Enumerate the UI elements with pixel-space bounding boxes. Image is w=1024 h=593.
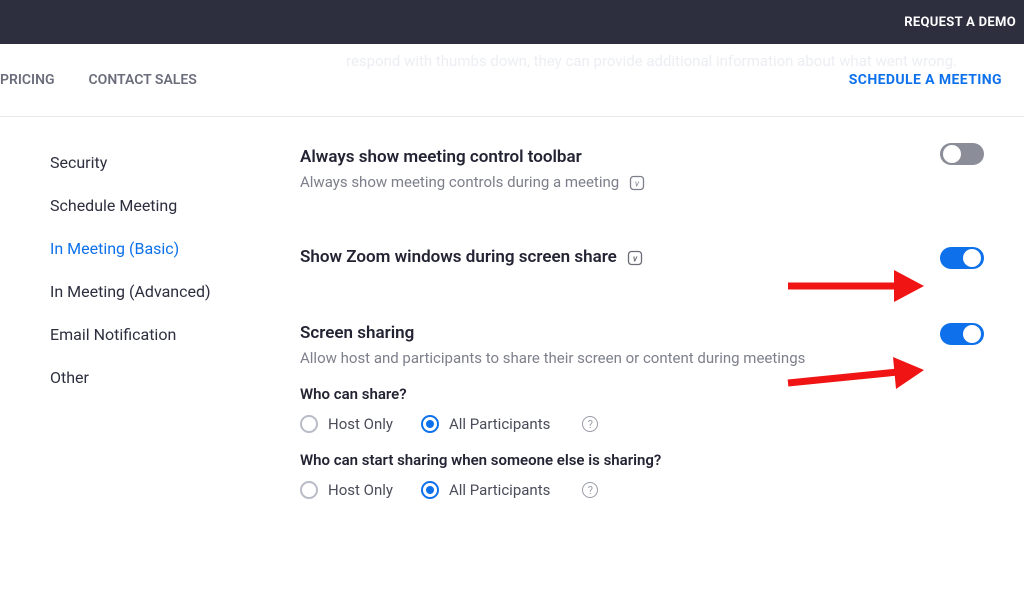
sidebar-item-email-notification[interactable]: Email Notification xyxy=(50,313,300,356)
setting-desc: Always show meeting controls during a me… xyxy=(300,173,984,191)
radio-label: All Participants xyxy=(449,481,550,499)
settings-content: Always show meeting control toolbar Alwa… xyxy=(300,141,1024,533)
radio-group-who-can-start: Host Only All Participants ? xyxy=(300,481,984,499)
help-icon[interactable]: ? xyxy=(582,482,598,498)
toggle-show-zoom-windows[interactable] xyxy=(940,247,984,269)
radio-host-only-2[interactable]: Host Only xyxy=(300,481,393,499)
question-who-can-share: Who can share? xyxy=(300,385,984,403)
radio-label: Host Only xyxy=(328,481,393,499)
radio-icon xyxy=(300,481,318,499)
top-dark-bar: REQUEST A DEMO xyxy=(0,0,1024,44)
setting-always-toolbar: Always show meeting control toolbar Alwa… xyxy=(300,131,984,217)
sidebar-item-security[interactable]: Security xyxy=(50,141,300,184)
modified-icon: v xyxy=(627,250,643,266)
setting-title: Show Zoom windows during screen share v xyxy=(300,247,984,267)
toggle-screen-sharing[interactable] xyxy=(940,323,984,345)
settings-sidebar: Security Schedule Meeting In Meeting (Ba… xyxy=(0,141,300,533)
radio-all-participants[interactable]: All Participants xyxy=(421,415,550,433)
request-demo-link[interactable]: REQUEST A DEMO xyxy=(904,15,1016,30)
radio-group-who-can-share: Host Only All Participants ? xyxy=(300,415,984,433)
setting-show-zoom-windows: Show Zoom windows during screen share v xyxy=(300,217,984,299)
svg-text:v: v xyxy=(633,254,638,264)
modified-icon: v xyxy=(629,175,645,191)
sidebar-item-other[interactable]: Other xyxy=(50,356,300,399)
nav-contact-sales[interactable]: CONTACT SALES xyxy=(89,72,197,88)
setting-screen-sharing: Screen sharing Allow host and participan… xyxy=(300,299,984,533)
sidebar-item-in-meeting-basic[interactable]: In Meeting (Basic) xyxy=(50,227,300,270)
sidebar-item-schedule-meeting[interactable]: Schedule Meeting xyxy=(50,184,300,227)
question-who-can-start-sharing: Who can start sharing when someone else … xyxy=(300,451,984,469)
radio-icon xyxy=(421,481,439,499)
radio-icon xyxy=(300,415,318,433)
radio-icon xyxy=(421,415,439,433)
schedule-meeting-link[interactable]: SCHEDULE A MEETING xyxy=(849,72,1002,88)
setting-title: Always show meeting control toolbar xyxy=(300,147,984,167)
radio-label: All Participants xyxy=(449,415,550,433)
sub-nav-bar: PRICING CONTACT SALES SCHEDULE A MEETING xyxy=(0,44,1024,117)
help-icon[interactable]: ? xyxy=(582,416,598,432)
radio-all-participants-2[interactable]: All Participants xyxy=(421,481,550,499)
toggle-always-toolbar[interactable] xyxy=(940,143,984,165)
nav-pricing[interactable]: PRICING xyxy=(0,72,55,88)
radio-host-only[interactable]: Host Only xyxy=(300,415,393,433)
svg-text:v: v xyxy=(635,180,640,190)
setting-title: Screen sharing xyxy=(300,323,984,343)
sidebar-item-in-meeting-advanced[interactable]: In Meeting (Advanced) xyxy=(50,270,300,313)
setting-desc: Allow host and participants to share the… xyxy=(300,349,984,367)
radio-label: Host Only xyxy=(328,415,393,433)
